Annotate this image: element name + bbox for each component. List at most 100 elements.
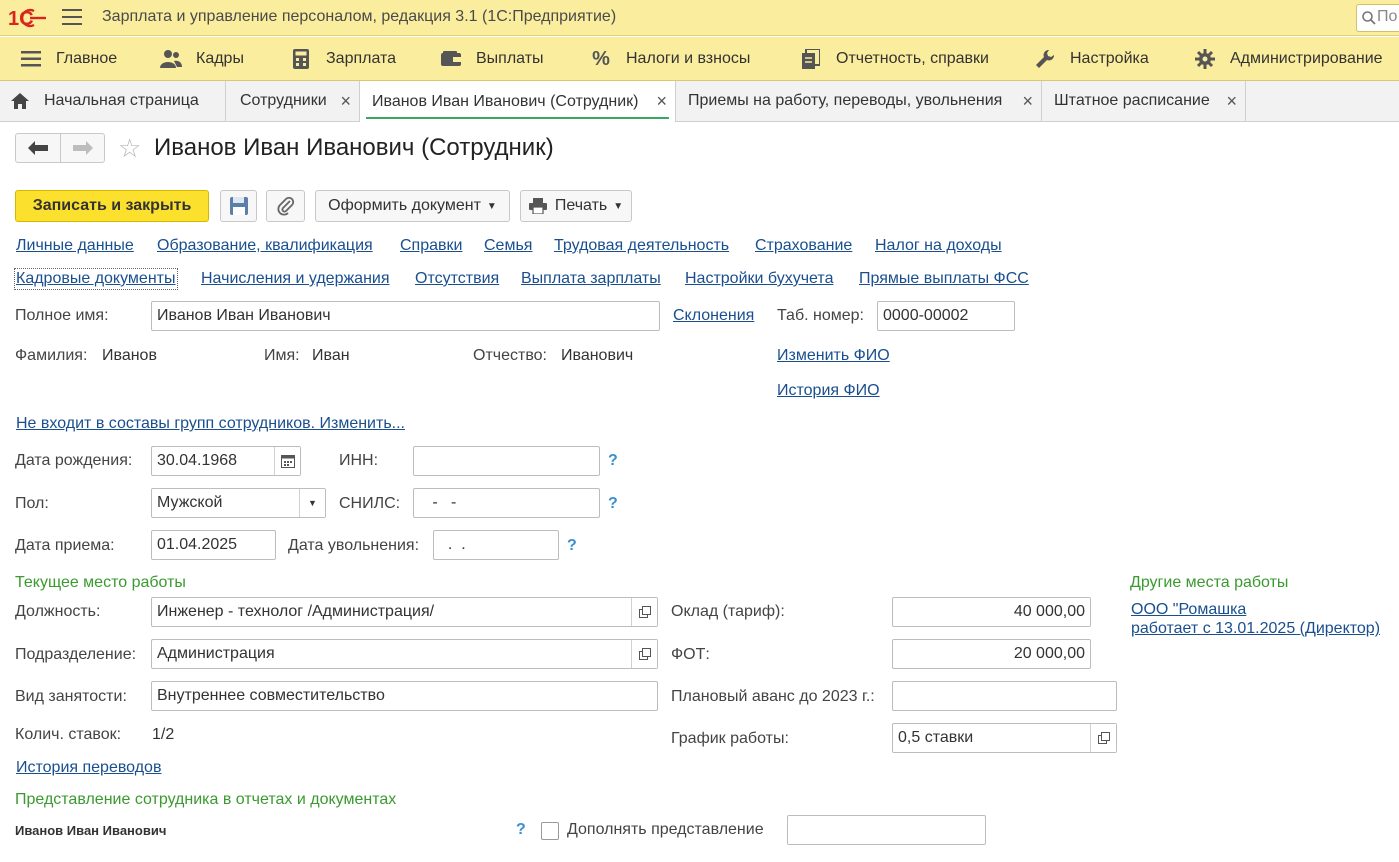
attach-files-button[interactable] [266, 190, 305, 222]
create-document-dropdown[interactable]: Оформить документ ▼ [315, 190, 510, 222]
full-name-input[interactable] [152, 302, 659, 330]
snils-help-icon[interactable]: ? [608, 495, 618, 513]
nav-link-accounting-settings[interactable]: Настройки бухучета [685, 270, 833, 288]
employment-type-label: Вид занятости: [15, 688, 127, 705]
tab-home[interactable]: Начальная страница [0, 81, 226, 121]
advance-field[interactable] [892, 681, 1117, 711]
advance-input[interactable] [893, 682, 1116, 710]
section-main[interactable]: Главное [20, 37, 117, 81]
1c-logo-icon[interactable]: 1C [8, 6, 48, 30]
nav-link-fss-payments[interactable]: Прямые выплаты ФСС [859, 270, 1029, 288]
complement-representation-field[interactable] [787, 815, 986, 845]
last-name-label: Фамилия: [15, 347, 88, 364]
tab-staff-schedule[interactable]: Штатное расписание × [1042, 81, 1246, 121]
section-personnel[interactable]: Кадры [160, 37, 244, 81]
nav-link-accruals[interactable]: Начисления и удержания [201, 270, 390, 288]
snils-input[interactable] [414, 489, 599, 517]
tab-number-input[interactable] [878, 302, 1014, 330]
fot-field[interactable] [892, 639, 1091, 669]
salary-field[interactable] [892, 597, 1091, 627]
nav-link-personal-data[interactable]: Личные данные [16, 237, 134, 255]
inn-help-icon[interactable]: ? [608, 452, 618, 470]
employment-type-field[interactable] [151, 681, 658, 711]
tab-number-label: Таб. номер: [777, 307, 864, 324]
hire-date-field[interactable] [151, 530, 276, 560]
nav-link-education[interactable]: Образование, квалификация [157, 237, 373, 255]
gear-icon [1194, 48, 1216, 70]
section-taxes[interactable]: % Налоги и взносы [590, 37, 750, 81]
employee-groups-link[interactable]: Не входит в составы групп сотрудников. И… [16, 415, 405, 433]
salary-input[interactable] [893, 598, 1090, 626]
dismissal-date-field[interactable] [433, 530, 559, 560]
department-input[interactable] [152, 640, 657, 668]
other-workplace-company-link[interactable]: ООО "Ромашка [1131, 601, 1246, 619]
schedule-input[interactable] [893, 724, 1116, 752]
close-icon[interactable]: × [656, 91, 667, 112]
full-name-field[interactable] [151, 301, 660, 331]
tab-employees[interactable]: Сотрудники × [226, 81, 360, 121]
section-payments[interactable]: Выплаты [440, 37, 544, 81]
wrench-icon [1034, 48, 1056, 70]
representation-value: Иванов Иван Иванович [15, 823, 167, 838]
section-salary[interactable]: Зарплата [290, 37, 396, 81]
fot-input[interactable] [893, 640, 1090, 668]
open-icon[interactable] [631, 598, 657, 626]
snils-field[interactable] [413, 488, 600, 518]
open-icon[interactable] [631, 640, 657, 668]
hire-date-input[interactable] [152, 531, 275, 559]
wallet-icon [440, 48, 462, 70]
favorite-star-icon[interactable]: ☆ [118, 134, 141, 162]
dismissal-help-icon[interactable]: ? [567, 537, 577, 555]
employment-type-input[interactable] [152, 682, 657, 710]
section-settings[interactable]: Настройка [1034, 37, 1149, 81]
nav-link-certificates[interactable]: Справки [400, 237, 462, 255]
representation-help-icon[interactable]: ? [516, 821, 526, 839]
inn-field[interactable] [413, 446, 600, 476]
position-field[interactable] [151, 597, 658, 627]
dropdown-arrow-icon[interactable]: ▼ [299, 489, 325, 517]
schedule-field[interactable] [892, 723, 1117, 753]
inn-input[interactable] [414, 447, 599, 475]
close-icon[interactable]: × [1022, 91, 1033, 112]
declensions-link[interactable]: Склонения [673, 307, 754, 325]
nav-link-insurance[interactable]: Страхование [755, 237, 852, 255]
current-workplace-title: Текущее место работы [15, 574, 186, 591]
change-name-link[interactable]: Изменить ФИО [777, 347, 890, 365]
back-button[interactable] [16, 134, 60, 162]
tab-label: Приемы на работу, переводы, увольнения [688, 92, 1003, 109]
section-reports[interactable]: Отчетность, справки [800, 37, 989, 81]
calendar-icon[interactable] [274, 447, 300, 475]
name-history-link[interactable]: История ФИО [777, 382, 880, 400]
dismissal-date-input[interactable] [434, 531, 558, 559]
open-icon[interactable] [1090, 724, 1116, 752]
complement-representation-checkbox[interactable] [541, 822, 559, 840]
nav-link-hr-documents[interactable]: Кадровые документы [14, 268, 178, 290]
complement-representation-input[interactable] [788, 816, 985, 844]
birth-date-field[interactable] [151, 446, 301, 476]
save-and-close-button[interactable]: Записать и закрыть [15, 190, 209, 222]
gender-select[interactable]: ▼ [151, 488, 326, 518]
department-field[interactable] [151, 639, 658, 669]
tab-employee-card[interactable]: Иванов Иван Иванович (Сотрудник) × [360, 81, 676, 122]
section-administration[interactable]: Администрирование [1194, 37, 1383, 81]
nav-link-income-tax[interactable]: Налог на доходы [875, 237, 1002, 255]
close-icon[interactable]: × [340, 91, 351, 112]
nav-link-absences[interactable]: Отсутствия [415, 270, 499, 288]
main-menu-icon[interactable] [62, 9, 82, 27]
global-search-input[interactable] [1377, 8, 1399, 26]
position-input[interactable] [152, 598, 657, 626]
print-dropdown[interactable]: Печать ▼ [520, 190, 632, 222]
nav-link-salary-payment[interactable]: Выплата зарплаты [521, 270, 661, 288]
nav-link-family[interactable]: Семья [484, 237, 532, 255]
tab-number-field[interactable] [877, 301, 1015, 331]
schedule-label: График работы: [671, 730, 789, 747]
tab-hiring-docs[interactable]: Приемы на работу, переводы, увольнения × [676, 81, 1042, 121]
forward-button[interactable] [61, 134, 105, 162]
close-icon[interactable]: × [1226, 91, 1237, 112]
nav-link-work-history[interactable]: Трудовая деятельность [554, 237, 729, 255]
advance-label: Плановый аванс до 2023 г.: [671, 688, 875, 705]
other-workplace-details-link[interactable]: работает с 13.01.2025 (Директор) [1131, 620, 1380, 638]
global-search[interactable] [1356, 4, 1399, 32]
save-button[interactable] [220, 190, 257, 222]
transfers-history-link[interactable]: История переводов [16, 759, 161, 777]
